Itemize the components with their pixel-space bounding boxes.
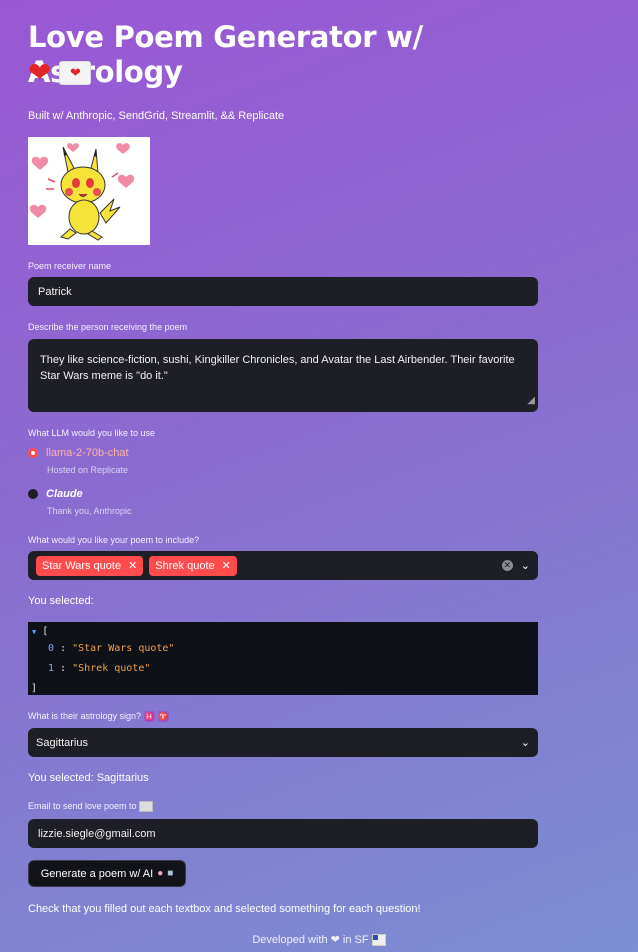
resize-handle-icon[interactable]: ◢: [527, 393, 535, 409]
tag-label: Star Wars quote: [42, 559, 122, 572]
radio-label-claude: Claude: [46, 488, 83, 500]
email-label: Email to send love poem to: [28, 801, 154, 813]
pikachu-image: [28, 137, 150, 245]
json-viewer: ▼ [ 0 : "Star Wars quote" 1 : "Shrek quo…: [28, 622, 538, 695]
robot-icon: ■: [167, 868, 174, 879]
footer-text: Developed with ❤ in SF: [252, 934, 369, 946]
json-value: "Star Wars quote": [72, 643, 175, 654]
clear-all-icon[interactable]: ✕: [501, 560, 513, 571]
remove-tag-icon[interactable]: ✕: [222, 559, 231, 572]
chevron-down-icon[interactable]: ⌄: [521, 736, 530, 749]
aries-icon: ♈: [157, 711, 169, 723]
tag-shrek: Shrek quote ✕: [149, 555, 237, 576]
chevron-down-icon[interactable]: ⌄: [521, 559, 530, 572]
astrology-label-text: What is their astrology sign?: [28, 711, 142, 721]
json-open-bracket: [: [42, 626, 49, 637]
title-emoji-row: ❤ ❤: [28, 57, 92, 88]
page-subtitle: Built w/ Anthropic, SendGrid, Streamlit,…: [28, 110, 285, 122]
receiver-name-input[interactable]: Patrick: [28, 277, 538, 306]
email-label-text: Email to send love poem to: [28, 801, 137, 811]
description-label: Describe the person receiving the poem: [28, 322, 188, 332]
collapse-triangle-icon[interactable]: ▼: [32, 628, 36, 636]
receiver-name-value: Patrick: [38, 285, 72, 298]
astrology-label: What is their astrology sign? ♓ ♈: [28, 711, 169, 723]
remove-tag-icon[interactable]: ✕: [128, 559, 137, 572]
json-row: 1 : "Shrek quote": [48, 663, 151, 674]
json-close-bracket: ]: [31, 683, 38, 694]
tag-star-wars: Star Wars quote ✕: [36, 555, 144, 576]
radio-label-llama: llama-2-70b-chat: [46, 447, 129, 459]
red-heart-icon: ❤: [28, 57, 52, 88]
description-value: They like science-fiction, sushi, Kingki…: [40, 354, 515, 382]
json-row: 0 : "Star Wars quote": [48, 643, 175, 654]
description-textarea[interactable]: They like science-fiction, sushi, Kingki…: [28, 339, 538, 412]
astrology-selected-text: You selected: Sagittarius: [28, 772, 149, 784]
generate-button-label: Generate a poem w/ AI: [40, 867, 154, 880]
instruction-text: Check that you filled out each textbox a…: [28, 903, 421, 915]
radio-caption-llama: Hosted on Replicate: [47, 465, 129, 475]
radio-selected-icon[interactable]: [28, 448, 38, 458]
tag-label: Shrek quote: [155, 559, 215, 572]
json-value: "Shrek quote": [72, 663, 151, 674]
footer: Developed with ❤ in SF: [0, 933, 638, 947]
email-icon: [139, 801, 154, 813]
radio-caption-claude: Thank you, Anthropic: [47, 506, 132, 516]
astrology-select-value: Sagittarius: [36, 736, 88, 749]
radio-option-claude[interactable]: Claude: [28, 488, 83, 500]
brain-icon: ●: [157, 868, 164, 879]
astrology-select[interactable]: Sagittarius ⌄: [28, 728, 538, 757]
include-label: What would you like your poem to include…: [28, 535, 200, 545]
love-letter-icon: ❤: [59, 61, 92, 85]
include-multiselect[interactable]: Star Wars quote ✕ Shrek quote ✕ ✕ ⌄: [28, 551, 538, 580]
generate-poem-button[interactable]: Generate a poem w/ AI ● ■: [28, 860, 186, 887]
email-input[interactable]: lizzie.siegle@gmail.com: [28, 819, 538, 848]
email-value: lizzie.siegle@gmail.com: [38, 827, 156, 840]
receiver-name-label: Poem receiver name: [28, 261, 112, 271]
radio-unselected-icon[interactable]: [28, 489, 38, 499]
flag-icon: [371, 934, 386, 947]
pisces-icon: ♓: [143, 711, 155, 723]
json-index: 0: [48, 643, 55, 654]
page-title: Love Poem Generator w/ Astrology: [28, 20, 423, 89]
llm-label: What LLM would you like to use: [28, 428, 156, 438]
json-index: 1: [48, 663, 55, 674]
you-selected-label: You selected:: [28, 595, 94, 607]
radio-option-llama[interactable]: llama-2-70b-chat: [28, 447, 129, 459]
